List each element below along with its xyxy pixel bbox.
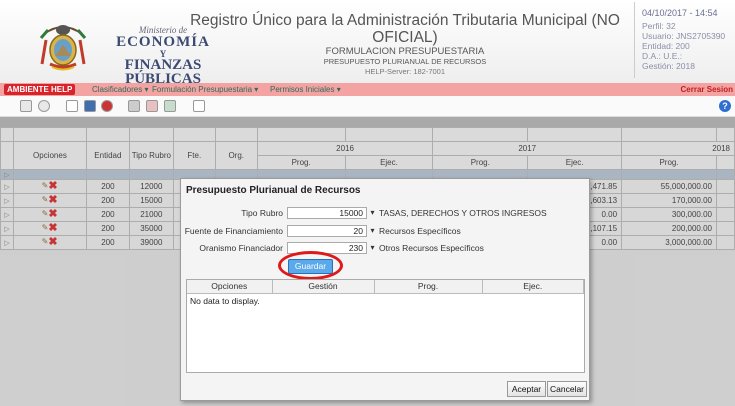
session-entidad: Entidad: 200 [642, 41, 690, 51]
session-usuario: Usuario: JNS2705390 [642, 31, 726, 41]
tipo-rubro-select[interactable]: 15000 [287, 207, 367, 219]
col-gestion[interactable]: Gestión [272, 280, 375, 294]
subtitle-line-3: HELP-Server: 182-7001 [364, 67, 446, 76]
menu-clasificadores[interactable]: Clasificadores ▾ [92, 83, 148, 96]
label-fuente-financiamiento: Fuente de Financiamiento [184, 226, 283, 236]
fuente-financiamiento-select[interactable]: 20 [287, 225, 367, 237]
col-ejec[interactable]: Ejec. [482, 280, 584, 294]
app-window: Ministerio de ECONOMÍA Y FINANZAS PÚBLIC… [0, 0, 735, 406]
title-line-2: OFICIAL) [372, 29, 438, 46]
help-icon[interactable]: ? [719, 100, 731, 112]
recursos-list: Opciones Gestión Prog. Ejec. No data to … [186, 279, 585, 373]
session-datetime: 04/10/2017 - 14:54 [642, 8, 718, 18]
fuente-financiamiento-description: Recursos Específicos [379, 226, 461, 236]
label-tipo-rubro: Tipo Rubro [241, 208, 283, 218]
coat-of-arms-icon [39, 25, 87, 71]
accept-button[interactable]: Aceptar [507, 381, 546, 397]
page-header: Ministerio de ECONOMÍA Y FINANZAS PÚBLIC… [0, 0, 735, 93]
excel-export-icon[interactable] [164, 100, 176, 112]
menu-formulacion-presupuestaria[interactable]: Formulación Presupuestaria ▾ [152, 83, 258, 96]
chevron-down-icon[interactable]: ▾ [368, 225, 377, 237]
cancel-button[interactable]: Cancelar [547, 381, 587, 397]
no-data-message: No data to display. [190, 295, 260, 306]
label-organismo-financiador: Oranismo Financiador [199, 243, 283, 253]
dialog-title: Presupuesto Plurianual de Recursos [186, 185, 361, 196]
title-line-1: Registro Único para la Administración Tr… [190, 12, 620, 29]
environment-badge: AMBIENTE HELP [4, 84, 76, 95]
session-perfil: Perfil: 32 [642, 21, 676, 31]
grid-view-icon[interactable] [20, 100, 32, 112]
print-icon[interactable] [128, 100, 140, 112]
new-document-icon[interactable] [66, 100, 78, 112]
toolbar: ? [0, 96, 735, 117]
subtitle-line-1: FORMULACION PRESUPUESTARIA [325, 46, 485, 57]
main-menu-bar: AMBIENTE HELP Clasificadores ▾ Formulaci… [0, 83, 735, 96]
page-subtitle: FORMULACION PRESUPUESTARIA PRESUPUESTO P… [190, 47, 620, 77]
session-gestion: Gestión: 2018 [642, 61, 695, 71]
subtitle-line-2: PRESUPUESTO PLURIANUAL DE RECURSOS [323, 57, 487, 66]
chevron-down-icon[interactable]: ▾ [368, 207, 377, 219]
budget-dialog: Presupuesto Plurianual de Recursos Tipo … [180, 178, 590, 401]
session-info: 04/10/2017 - 14:54 Perfil: 32 Usuario: J… [642, 8, 735, 71]
col-prog[interactable]: Prog. [374, 280, 483, 294]
recursos-table: Opciones Gestión Prog. Ejec. [187, 280, 584, 294]
undo-icon[interactable] [38, 100, 50, 112]
menu-permisos-iniciales[interactable]: Permisos Iniciales ▾ [270, 83, 341, 96]
session-da-ue: D.A.: U.E.: [642, 51, 683, 61]
header-divider [634, 2, 635, 78]
logout-link[interactable]: Cerrar Sesion [681, 83, 733, 96]
organismo-financiador-description: Otros Recursos Específicos [379, 243, 484, 253]
save-icon[interactable] [84, 100, 96, 112]
highlight-circle [278, 251, 343, 280]
chevron-down-icon[interactable]: ▾ [368, 242, 377, 254]
refresh-icon[interactable] [101, 100, 113, 112]
pdf-export-icon[interactable] [146, 100, 158, 112]
fit-width-icon[interactable] [193, 100, 205, 112]
tipo-rubro-description: TASAS, DERECHOS Y OTROS INGRESOS [379, 208, 547, 218]
page-title: Registro Único para la Administración Tr… [190, 12, 620, 46]
col-opciones[interactable]: Opciones [187, 280, 273, 294]
